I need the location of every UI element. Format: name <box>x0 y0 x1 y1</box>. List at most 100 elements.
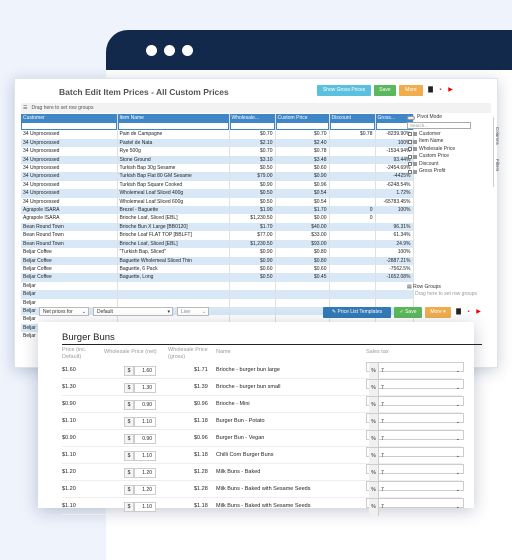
sales-tax-select[interactable]: % 7 ⌄ <box>366 481 464 499</box>
net-prices-select[interactable]: Net prices for ⌄ <box>39 307 89 316</box>
table-cell[interactable]: $0.45 <box>275 273 330 282</box>
table-row[interactable]: Agrapole ISARA Brioche Loaf, Sliced [EBL]… <box>21 214 414 223</box>
save-button[interactable]: Save <box>374 85 396 96</box>
table-row[interactable]: Beljar <box>21 298 414 307</box>
table-cell[interactable]: Baguette, 6 Pack <box>117 264 230 274</box>
table-cell[interactable]: $0.00 <box>275 214 330 223</box>
column-filter-input[interactable] <box>118 123 228 130</box>
table-row[interactable]: 34 Unprocessed Pastel de Nata $2.10 $2.40 10… <box>21 138 414 148</box>
table-cell[interactable]: $0.90 <box>229 248 276 257</box>
column-filter-input[interactable] <box>330 123 374 130</box>
column-filter-input[interactable] <box>276 123 328 130</box>
footer-save-button[interactable]: ✓ Save <box>394 307 422 318</box>
table-cell[interactable] <box>117 281 230 291</box>
table-cell[interactable]: $0.78 <box>329 130 376 139</box>
table-cell[interactable]: Brioche Loaf FLAT TOP [BBLFT] <box>117 231 230 240</box>
table-cell[interactable]: Turkish Bap Flat 80 GM Sesame <box>117 172 230 181</box>
table-cell[interactable]: 34 Unprocessed <box>21 189 118 198</box>
table-cell[interactable]: Beljar Coffee <box>21 273 118 282</box>
table-cell[interactable]: $0.80 <box>275 248 330 257</box>
table-cell[interactable]: $1,230.50 <box>229 239 276 249</box>
wholesale-net-input[interactable]: 1.20 <box>134 485 156 495</box>
pdf-icon[interactable]: ▪ <box>465 309 472 316</box>
table-cell[interactable] <box>329 248 376 257</box>
table-cell[interactable]: Agrapole ISARA <box>21 206 118 215</box>
table-row[interactable]: 34 Unprocessed Turkish Bap Flat 80 GM Ses… <box>21 172 414 181</box>
table-cell[interactable]: 34 Unprocessed <box>21 197 118 207</box>
table-row[interactable]: Beljar <box>21 281 414 291</box>
table-cell[interactable] <box>275 290 330 299</box>
table-cell[interactable]: Beljar <box>21 290 118 299</box>
table-cell[interactable] <box>329 273 376 282</box>
sales-tax-select[interactable]: % 7 ⌄ <box>366 396 464 414</box>
table-cell[interactable]: Beljar <box>21 281 118 291</box>
checkbox[interactable] <box>408 162 412 166</box>
checkbox[interactable] <box>408 169 412 174</box>
table-row[interactable]: Beljar Coffee Baguette, Long $0.50 $0.45 -16… <box>21 273 414 282</box>
table-cell[interactable] <box>329 264 376 274</box>
table-cell[interactable]: $0.54 <box>275 197 330 207</box>
table-cell[interactable]: Wholemeal Loaf Sliced 600g <box>117 197 230 207</box>
table-cell[interactable] <box>329 281 376 291</box>
table-cell[interactable]: Bean Round Town <box>21 239 118 249</box>
checkbox[interactable] <box>408 132 412 136</box>
column-toggle-item[interactable]: Gross Profit <box>405 168 493 176</box>
table-cell[interactable]: $3.48 <box>275 155 330 165</box>
table-cell[interactable]: 34 Unprocessed <box>21 164 118 173</box>
wholesale-net-input[interactable]: 1.10 <box>134 451 156 461</box>
sales-tax-select[interactable]: % 7 ⌄ <box>366 430 464 448</box>
table-cell[interactable]: Brioche Loaf, Sliced [EBL] <box>117 239 230 249</box>
table-cell[interactable] <box>275 281 330 291</box>
table-cell[interactable] <box>117 290 230 299</box>
table-cell[interactable]: $79.00 <box>229 172 276 181</box>
column-filter-input[interactable] <box>22 123 116 130</box>
table-cell[interactable]: $40.00 <box>275 222 330 232</box>
table-cell[interactable]: 34 Unprocessed <box>21 147 118 156</box>
checkbox[interactable] <box>408 139 412 144</box>
table-cell[interactable] <box>329 164 376 173</box>
column-toggle-item[interactable]: Custom Price <box>405 153 493 161</box>
wholesale-net-input[interactable]: 0.90 <box>134 400 156 410</box>
sales-tax-select[interactable]: % 7 ⌄ <box>366 362 464 380</box>
table-cell[interactable]: Pastel de Nata <box>117 138 230 148</box>
table-row[interactable]: Agrapole ISARA Brezel - Baguette $1.90 $1.7… <box>21 206 414 215</box>
table-cell[interactable]: $0.90 <box>229 180 276 190</box>
table-cell[interactable]: Beljar Coffee <box>21 248 118 257</box>
youtube-icon[interactable]: ▶ <box>475 309 482 316</box>
print-icon[interactable]: ▇ <box>427 87 434 94</box>
column-header[interactable]: Discount <box>329 114 376 123</box>
table-cell[interactable] <box>329 256 376 265</box>
table-cell[interactable]: $0.78 <box>275 147 330 156</box>
table-cell[interactable]: Bean Round Town <box>21 222 118 232</box>
table-row[interactable]: 34 Unprocessed Wholemeal Loaf Sliced 400g… <box>21 189 414 198</box>
sales-tax-select[interactable]: % 7 ⌄ <box>366 498 464 516</box>
drag-handle-icon[interactable] <box>413 162 417 166</box>
table-cell[interactable]: $0.60 <box>229 264 276 274</box>
sales-tax-select[interactable]: % 7 ⌄ <box>366 413 464 431</box>
price-list-select[interactable]: Default ▾ <box>93 307 173 316</box>
table-cell[interactable] <box>229 281 276 291</box>
column-toggle-item[interactable]: Item Name <box>405 138 493 146</box>
table-cell[interactable]: $0.50 <box>229 189 276 198</box>
table-cell[interactable]: Brezel - Baguette <box>117 206 230 215</box>
table-cell[interactable] <box>329 231 376 240</box>
table-cell[interactable]: $0.70 <box>229 147 276 156</box>
column-header[interactable]: Wholesale... <box>229 114 276 123</box>
table-row[interactable]: 34 Unprocessed Rye 500g $0.70 $0.78 -1534.94… <box>21 147 414 156</box>
table-cell[interactable] <box>117 298 230 307</box>
table-cell[interactable]: Turkish Bap 30g Sesame <box>117 164 230 173</box>
table-cell[interactable] <box>229 290 276 299</box>
table-cell[interactable]: Stone Ground <box>117 155 230 165</box>
table-cell[interactable]: Agrapole ISARA <box>21 214 118 223</box>
table-cell[interactable]: $0.54 <box>275 189 330 198</box>
drag-handle-icon[interactable] <box>413 147 417 151</box>
sales-tax-select[interactable]: % 7 ⌄ <box>366 447 464 465</box>
table-row[interactable]: Bean Round Town Brioche Bun X Large [BB01… <box>21 222 414 232</box>
row-group-drop-zone[interactable]: ☰ Drag here to set row groups <box>21 103 491 113</box>
table-cell[interactable] <box>329 138 376 148</box>
table-cell[interactable] <box>275 298 330 307</box>
table-cell[interactable]: $0.96 <box>275 180 330 190</box>
table-cell[interactable]: $3.10 <box>229 155 276 165</box>
table-row[interactable]: 34 Unprocessed Stone Ground $3.10 $3.48 93.4… <box>21 155 414 165</box>
table-cell[interactable]: $0.50 <box>229 197 276 207</box>
